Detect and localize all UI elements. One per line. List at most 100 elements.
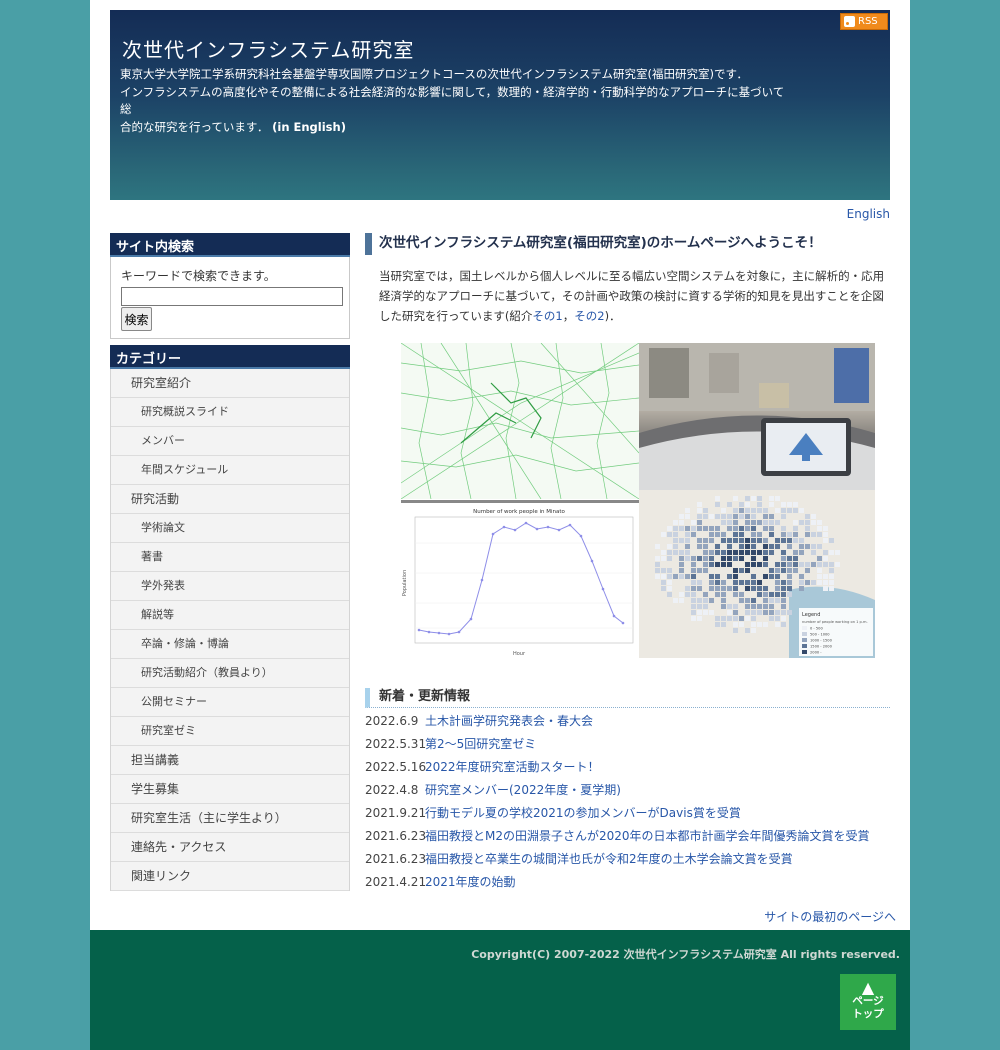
grid-cell (781, 586, 786, 591)
grid-cell (703, 526, 708, 531)
search-input[interactable] (121, 287, 343, 306)
news-link[interactable]: 福田教授とM2の田淵景子さんが2020年の日本都市計画学会年間優秀論文賞を受賞 (425, 829, 870, 843)
grid-cell (781, 502, 786, 507)
grid-cell (763, 526, 768, 531)
english-link[interactable]: English (847, 207, 890, 221)
category-item[interactable]: 研究室ゼミ (111, 717, 349, 746)
grid-cell (763, 538, 768, 543)
legend-subtitle: number of people working on 1 p.m. (802, 620, 868, 624)
news-link[interactable]: 2022年度研究室活動スタート！ (425, 760, 600, 774)
site-title[interactable]: 次世代インフラシステム研究室 (122, 34, 414, 63)
category-item[interactable]: 学術論文 (111, 514, 349, 543)
category-item[interactable]: 研究室紹介 (111, 369, 349, 398)
grid-cell (703, 592, 708, 597)
grid-cell (787, 568, 792, 573)
legend-item: 0 - 500 (810, 627, 823, 631)
category-list: 研究室紹介 研究概説スライド メンバー 年間スケジュール 研究活動 学術論文 著… (110, 369, 350, 891)
grid-cell (799, 544, 804, 549)
grid-cell (667, 586, 672, 591)
grid-cell (697, 544, 702, 549)
news-item: 2021.4.212021年度の始動 (365, 871, 890, 894)
news-date: 2021.4.21 (365, 875, 427, 889)
site-top-link[interactable]: サイトの最初のページへ (764, 908, 896, 925)
news-link[interactable]: 行動モデル夏の学校2021の参加メンバーがDavis賞を受賞 (425, 806, 741, 820)
grid-cell (691, 586, 696, 591)
category-item[interactable]: 研究概説スライド (111, 398, 349, 427)
category-item[interactable]: 解説等 (111, 601, 349, 630)
grid-cell (661, 532, 666, 537)
grid-cell (811, 550, 816, 555)
news-link[interactable]: 土木計画学研究発表会・春大会 (425, 714, 593, 728)
grid-cell (739, 502, 744, 507)
grid-cell (769, 526, 774, 531)
category-item[interactable]: 学外発表 (111, 572, 349, 601)
grid-cell (685, 508, 690, 513)
grid-cell (691, 598, 696, 603)
grid-cell (685, 556, 690, 561)
category-item[interactable]: 学生募集 (111, 775, 349, 804)
category-item[interactable]: 研究活動 (111, 485, 349, 514)
page-top-button[interactable]: ▲ ページ トップ (840, 974, 896, 1030)
category-item[interactable]: 担当講義 (111, 746, 349, 775)
news-section-title: 新着・更新情報 (365, 688, 890, 708)
grid-cell (745, 616, 750, 621)
search-button[interactable]: 検索 (121, 307, 152, 331)
category-item[interactable]: 著書 (111, 543, 349, 572)
intro-link-1[interactable]: その1 (532, 309, 562, 323)
news-link[interactable]: 福田教授と卒業生の城間洋也氏が令和2年度の土木学会論文賞を受賞 (425, 852, 793, 866)
desc-line-1: 東京大学大学院工学系研究科社会基盤学専攻国際プロジェクトコースの次世代インフラシ… (120, 67, 749, 81)
category-item[interactable]: 研究活動紹介（教員より） (111, 659, 349, 688)
grid-cell (769, 568, 774, 573)
site-header: RSS 次世代インフラシステム研究室 東京大学大学院工学系研究科社会基盤学専攻国… (110, 10, 890, 200)
grid-cell (721, 622, 726, 627)
grid-cell (751, 538, 756, 543)
grid-cell (787, 610, 792, 615)
grid-cell (733, 526, 738, 531)
grid-cell (679, 562, 684, 567)
grid-cell (805, 562, 810, 567)
grid-cell (661, 568, 666, 573)
rss-button[interactable]: RSS (840, 13, 888, 30)
news-item: 2022.6.9 土木計画学研究発表会・春大会 (365, 710, 890, 733)
in-english-link[interactable]: (in English) (272, 120, 346, 134)
category-item[interactable]: メンバー (111, 427, 349, 456)
grid-cell (781, 616, 786, 621)
category-item[interactable]: 公開セミナー (111, 688, 349, 717)
grid-cell (727, 550, 732, 555)
grid-cell (769, 532, 774, 537)
grid-cell (715, 532, 720, 537)
grid-cell (745, 568, 750, 573)
grid-cell (793, 538, 798, 543)
grid-cell (811, 580, 816, 585)
grid-cell (805, 520, 810, 525)
grid-cell (703, 550, 708, 555)
grid-cell (703, 556, 708, 561)
intro-body: 当研究室では，国土レベルから個人レベルに至る幅広い空間システムを対象に，主に解析… (379, 269, 885, 323)
grid-cell (775, 508, 780, 513)
grid-cell (757, 532, 762, 537)
news-link[interactable]: 2021年度の始動 (425, 875, 516, 889)
grid-cell (667, 526, 672, 531)
news-item: 2021.6.23福田教授とM2の田淵景子さんが2020年の日本都市計画学会年間… (365, 825, 890, 848)
grid-cell (667, 592, 672, 597)
chevron-up-icon: ▲ (861, 978, 875, 997)
category-item[interactable]: 関連リンク (111, 862, 349, 891)
grid-cell (823, 562, 828, 567)
news-item: 2022.5.162022年度研究室活動スタート！ (365, 756, 890, 779)
grid-cell (655, 562, 660, 567)
grid-cell (751, 586, 756, 591)
news-link[interactable]: 第2〜5回研究室ゼミ (425, 737, 536, 751)
category-item[interactable]: 卒論・修論・博論 (111, 630, 349, 659)
grid-cell (739, 598, 744, 603)
category-item[interactable]: 研究室生活（主に学生より） (111, 804, 349, 833)
grid-cell (751, 616, 756, 621)
grid-cell (793, 562, 798, 567)
intro-link-2[interactable]: その2 (574, 309, 604, 323)
grid-cell (817, 544, 822, 549)
news-link[interactable]: 研究室メンバー(2022年度・夏学期) (425, 783, 621, 797)
category-item[interactable]: 連絡先・アクセス (111, 833, 349, 862)
category-item[interactable]: 年間スケジュール (111, 456, 349, 485)
grid-cell (775, 616, 780, 621)
news-date: 2021.6.23 (365, 852, 427, 866)
grid-cell (739, 568, 744, 573)
